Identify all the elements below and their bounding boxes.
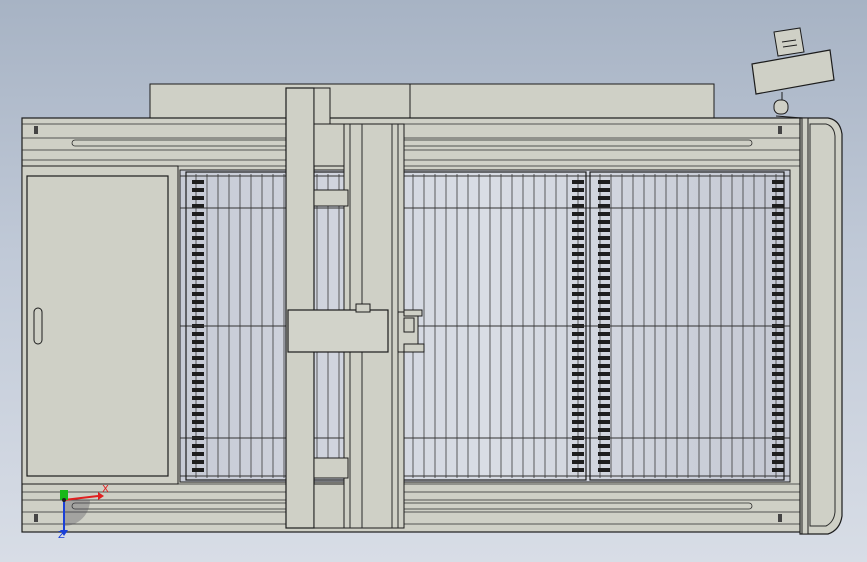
cad-viewport[interactable]: X Z — [0, 0, 867, 562]
axis-triad — [60, 490, 104, 536]
z-axis-label: Z — [58, 530, 65, 541]
x-axis-arrow — [63, 495, 99, 501]
x-axis-label: X — [102, 484, 109, 495]
